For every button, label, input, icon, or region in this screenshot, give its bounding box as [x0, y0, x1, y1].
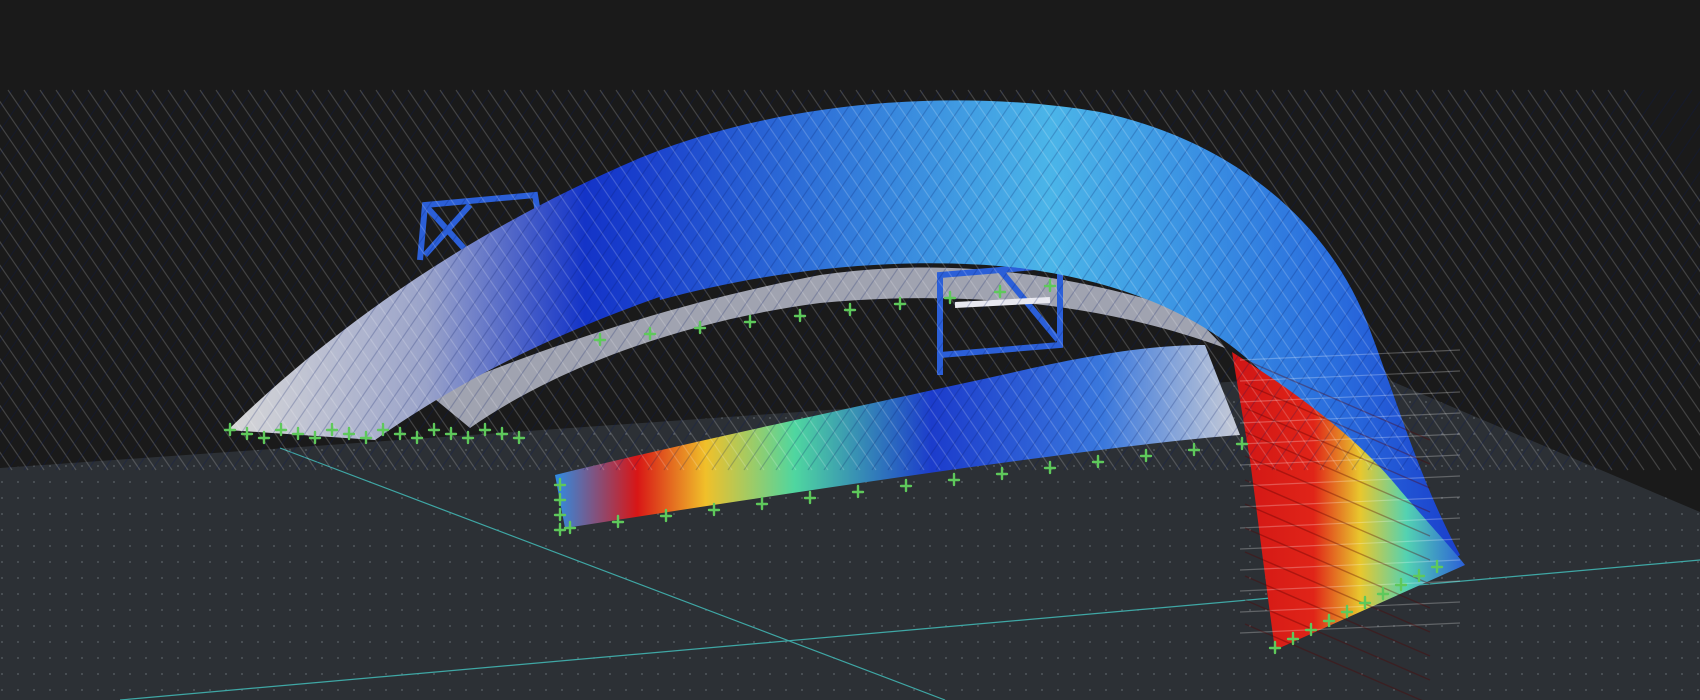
lattice-member	[1511, 89, 1700, 366]
lattice-member	[1463, 124, 1700, 471]
lattice-member	[0, 357, 77, 471]
lattice-member	[1623, 357, 1700, 471]
lattice-member	[1607, 334, 1700, 471]
lattice-member	[0, 89, 253, 460]
lattice-member	[0, 381, 61, 471]
model-scene[interactable]	[0, 0, 1700, 700]
lattice-member	[1479, 147, 1700, 471]
support-icon	[843, 302, 857, 317]
3d-viewport[interactable]	[0, 0, 1700, 700]
lattice-member	[0, 89, 109, 249]
lattice-member	[1511, 194, 1700, 471]
support-icon	[793, 308, 807, 323]
lattice-member	[1447, 89, 1700, 460]
lattice-member	[0, 100, 253, 471]
lattice-member	[0, 89, 237, 436]
lattice-member	[0, 89, 93, 226]
lattice-member	[1479, 89, 1700, 413]
lattice-member	[0, 89, 221, 413]
lattice-member	[0, 89, 29, 132]
lattice-member	[0, 311, 109, 471]
lattice-member	[1591, 89, 1700, 249]
lattice-member	[1607, 89, 1700, 226]
lattice-member	[1463, 89, 1700, 436]
lattice-member	[0, 334, 93, 471]
lattice-member	[1591, 311, 1700, 471]
support-icon	[427, 422, 441, 437]
lattice-member	[1623, 89, 1700, 203]
lattice-member	[0, 147, 221, 471]
lattice-member	[0, 89, 77, 203]
lattice-member	[0, 428, 29, 471]
lattice-member	[1447, 100, 1700, 471]
lattice-member	[1559, 264, 1700, 471]
lattice-member	[0, 124, 237, 471]
lattice-member	[1559, 89, 1700, 296]
lattice-member	[0, 89, 189, 366]
lattice-member	[0, 194, 189, 471]
lattice-member	[0, 89, 61, 179]
